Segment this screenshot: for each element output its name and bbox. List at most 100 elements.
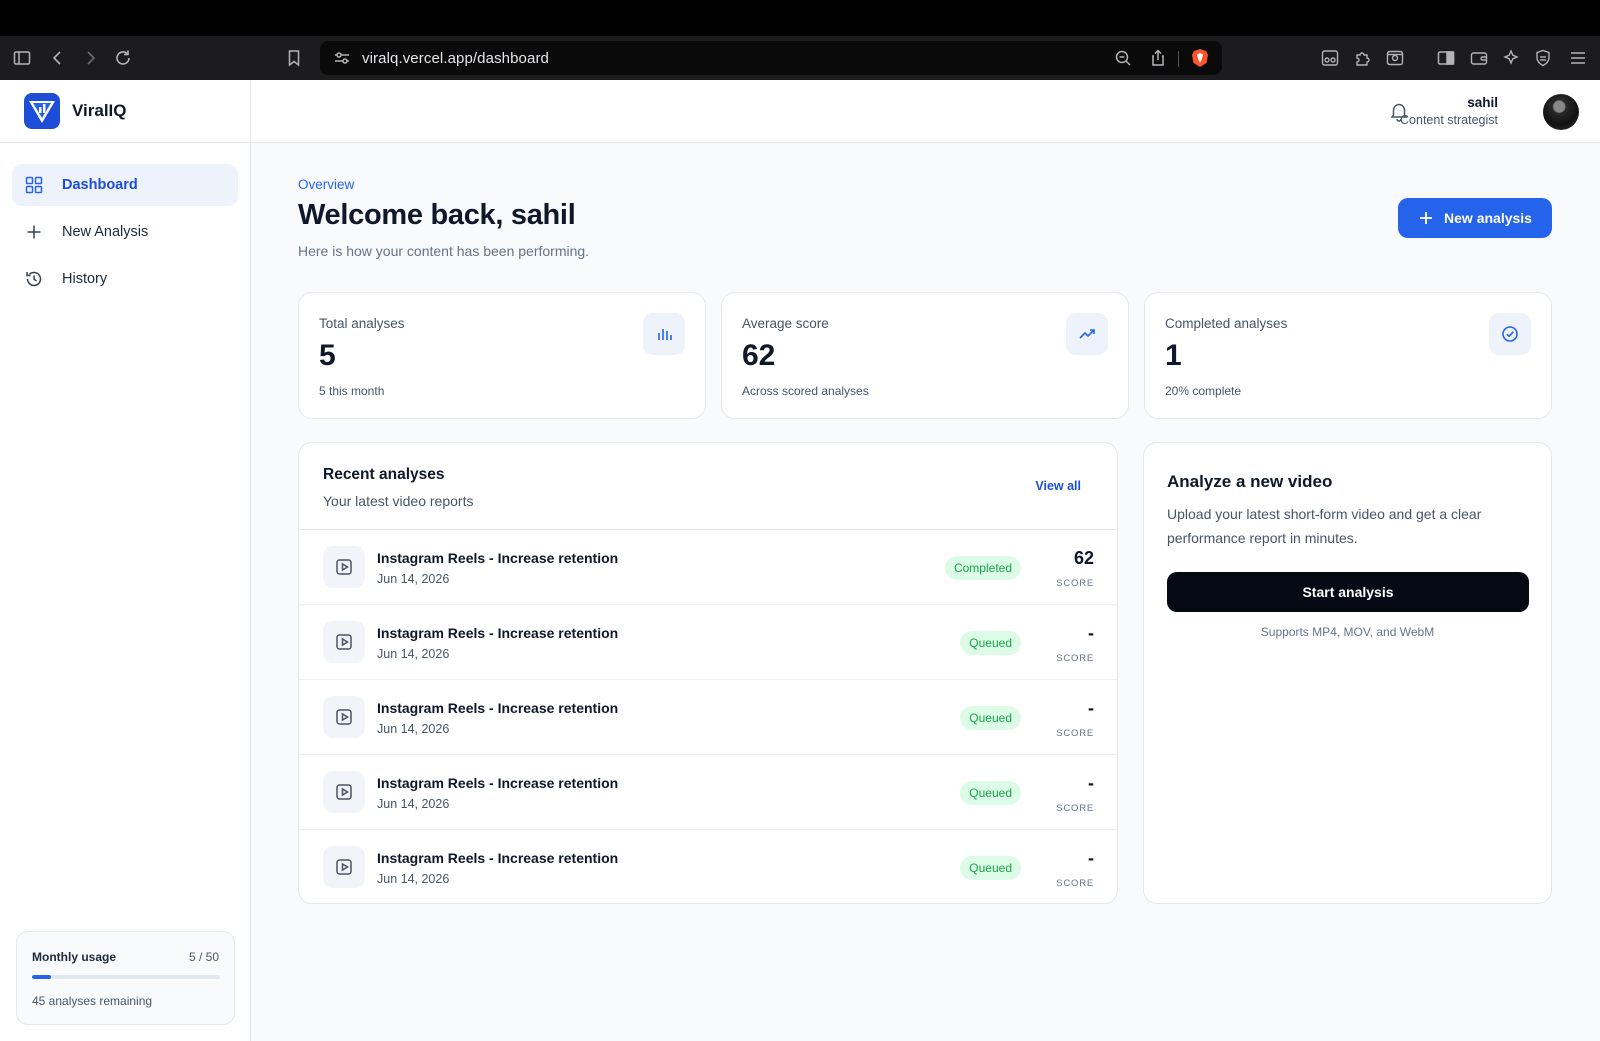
- stat-note: Across scored analyses: [742, 384, 869, 398]
- analysis-name: Instagram Reels - Increase retention: [377, 850, 619, 866]
- analysis-name: Instagram Reels - Increase retention: [377, 775, 619, 791]
- extensions-icon[interactable]: [1353, 48, 1373, 68]
- analysis-name: Instagram Reels - Increase retention: [377, 550, 619, 566]
- table-row[interactable]: Instagram Reels - Increase retention Jun …: [299, 680, 1117, 755]
- screenshot-icon[interactable]: [1385, 48, 1405, 68]
- plus-icon: [1420, 212, 1433, 224]
- table-row[interactable]: Instagram Reels - Increase retention Jun …: [299, 530, 1117, 605]
- sidebar-item-label: History: [62, 271, 108, 287]
- stat-card-average: Average score 62 Across scored analyses: [721, 292, 1129, 419]
- analyze-description: Upload your latest short-form video and …: [1167, 506, 1482, 546]
- usage-progress-bar: [32, 975, 220, 979]
- sidebar-item-dashboard[interactable]: Dashboard: [12, 164, 238, 206]
- score-label: SCORE: [1056, 803, 1094, 814]
- stat-value: 62: [742, 339, 776, 372]
- stat-label: Total analyses: [319, 316, 405, 331]
- score-label: SCORE: [1056, 878, 1094, 889]
- new-analysis-button[interactable]: New analysis: [1398, 198, 1552, 238]
- status-badge: Queued: [960, 781, 1021, 805]
- stat-label: Completed analyses: [1165, 316, 1288, 331]
- usage-progress-fill: [32, 975, 51, 979]
- top-header: sahil Content strategist: [251, 80, 1600, 143]
- play-icon: [323, 696, 365, 738]
- site-settings-icon[interactable]: [332, 48, 352, 68]
- play-icon: [323, 546, 365, 588]
- supported-formats-note: Supports MP4, MOV, and WebM: [1260, 625, 1435, 639]
- sidebar-toggle-icon[interactable]: [12, 48, 32, 68]
- zoom-icon[interactable]: [1113, 48, 1133, 68]
- brand[interactable]: ViralIQ: [24, 92, 127, 130]
- status-badge: Queued: [960, 856, 1021, 880]
- page-title: Welcome back, sahil: [298, 199, 576, 231]
- plus-icon: [27, 225, 41, 239]
- sidebar-item-history[interactable]: History: [12, 258, 238, 300]
- back-icon[interactable]: [48, 48, 68, 68]
- view-all-link[interactable]: View all: [1035, 479, 1081, 493]
- table-row[interactable]: Instagram Reels - Increase retention Jun …: [299, 830, 1117, 903]
- bookmark-icon[interactable]: [284, 48, 304, 68]
- user-role: Content strategist: [1400, 113, 1498, 127]
- analysis-score: -: [1088, 623, 1094, 643]
- analysis-score: -: [1088, 698, 1094, 718]
- breadcrumb: Overview: [298, 177, 355, 192]
- stat-note: 20% complete: [1165, 384, 1242, 398]
- sidebar-item-label: Dashboard: [62, 177, 138, 193]
- stat-card-completed: Completed analyses 1 20% complete: [1144, 292, 1552, 419]
- sidebar: ViralIQ Dashboard New Analysis History M…: [0, 80, 251, 1041]
- analysis-date: Jun 14, 2026: [377, 872, 450, 886]
- score-label: SCORE: [1056, 653, 1094, 664]
- play-icon: [323, 846, 365, 888]
- stat-value: 5: [319, 339, 336, 372]
- status-badge: Completed: [944, 556, 1021, 580]
- brave-shield-icon[interactable]: [1191, 48, 1209, 68]
- usage-count: 5 / 50: [188, 950, 219, 964]
- sidebar-panel-icon[interactable]: [1436, 48, 1456, 68]
- reload-icon[interactable]: [113, 48, 133, 68]
- analysis-date: Jun 14, 2026: [377, 797, 450, 811]
- share-icon[interactable]: [1148, 48, 1168, 68]
- avatar[interactable]: [1543, 94, 1579, 130]
- brand-divider: [0, 142, 250, 143]
- analysis-score: 62: [1073, 548, 1094, 568]
- analysis-date: Jun 14, 2026: [377, 572, 450, 586]
- status-badge: Queued: [960, 631, 1021, 655]
- new-analysis-label: New analysis: [1444, 210, 1532, 226]
- reader-icon[interactable]: [1320, 48, 1340, 68]
- page-subtitle: Here is how your content has been perfor…: [298, 243, 590, 259]
- stat-value: 1: [1165, 339, 1182, 372]
- analyze-title: Analyze a new video: [1167, 472, 1333, 491]
- menu-icon[interactable]: [1568, 48, 1588, 68]
- usage-remaining: 45 analyses remaining: [32, 994, 153, 1008]
- history-icon: [26, 271, 42, 287]
- bar-chart-icon: [643, 313, 685, 355]
- forward-icon[interactable]: [80, 48, 100, 68]
- check-circle-icon: [1489, 313, 1531, 355]
- analysis-name: Instagram Reels - Increase retention: [377, 700, 619, 716]
- usage-label: Monthly usage: [32, 950, 117, 964]
- address-bar[interactable]: viralq.vercel.app/dashboard: [320, 41, 1222, 75]
- browser-toolbar: viralq.vercel.app/dashboard: [0, 36, 1600, 80]
- start-analysis-button[interactable]: Start analysis: [1167, 572, 1529, 612]
- sidebar-item-new-analysis[interactable]: New Analysis: [12, 211, 238, 253]
- analyze-new-video-card: Analyze a new video Upload your latest s…: [1143, 442, 1552, 904]
- analysis-score: -: [1088, 848, 1094, 868]
- wallet-icon[interactable]: [1469, 48, 1489, 68]
- recent-subtitle: Your latest video reports: [323, 493, 474, 509]
- vpn-icon[interactable]: [1533, 48, 1553, 68]
- status-badge: Queued: [960, 706, 1021, 730]
- url-text[interactable]: viralq.vercel.app/dashboard: [362, 50, 549, 67]
- trending-up-icon: [1066, 313, 1108, 355]
- sidebar-item-label: New Analysis: [62, 224, 149, 240]
- analysis-score: -: [1088, 773, 1094, 793]
- table-row[interactable]: Instagram Reels - Increase retention Jun …: [299, 605, 1117, 680]
- play-icon: [323, 771, 365, 813]
- recent-analyses-card: Recent analyses Your latest video report…: [298, 442, 1118, 904]
- os-top-bar: [0, 0, 1600, 36]
- table-row[interactable]: Instagram Reels - Increase retention Jun …: [299, 755, 1117, 830]
- stat-note: 5 this month: [319, 384, 385, 398]
- analysis-name: Instagram Reels - Increase retention: [377, 625, 619, 641]
- toolbar-separator: [1178, 51, 1179, 67]
- leo-ai-icon[interactable]: [1501, 48, 1521, 68]
- recent-title: Recent analyses: [323, 466, 445, 483]
- analysis-date: Jun 14, 2026: [377, 647, 450, 661]
